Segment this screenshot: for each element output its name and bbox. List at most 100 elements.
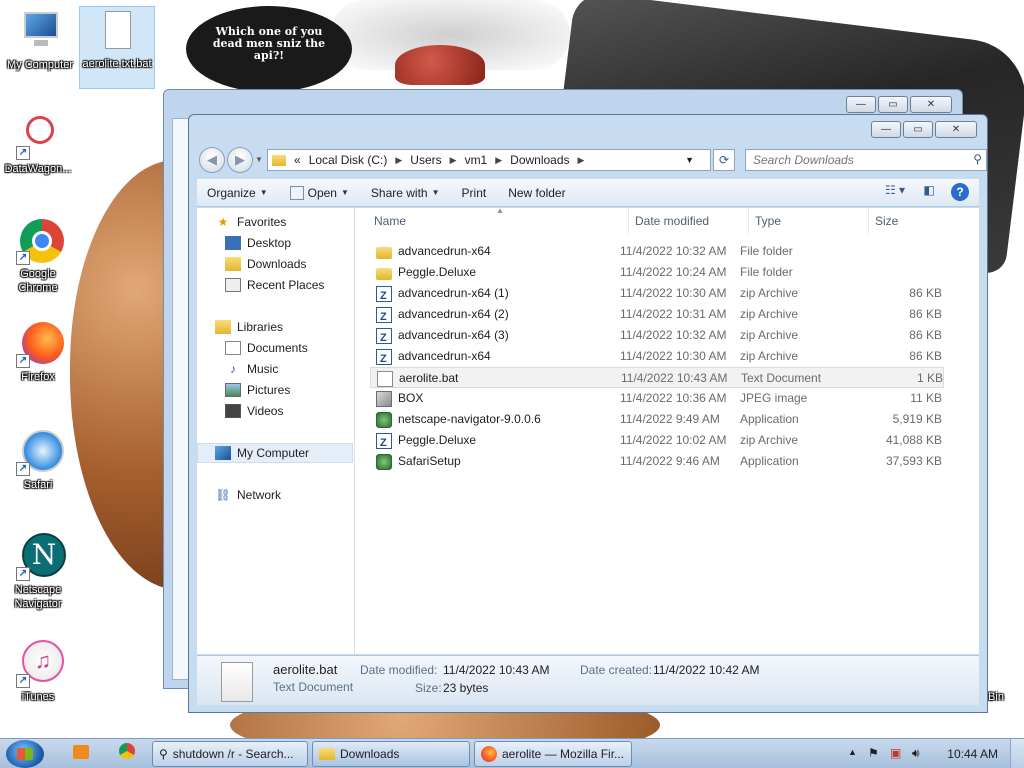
file-name: advancedrun-x64 (2)	[398, 307, 509, 321]
clock[interactable]: 10:44 AM	[947, 747, 998, 761]
taskbar-button-firefox[interactable]: aerolite — Mozilla Fir...	[474, 741, 632, 767]
chevron-right-icon[interactable]: ▶	[495, 155, 502, 166]
application-icon	[376, 411, 392, 428]
zip-icon	[376, 327, 392, 346]
file-date: 11/4/2022 10:24 AM	[620, 265, 727, 279]
close-button[interactable]: ✕	[935, 121, 977, 138]
show-desktop-button[interactable]	[1010, 739, 1024, 768]
downloads-folder-icon	[225, 257, 241, 271]
column-header-size[interactable]: Size	[869, 208, 945, 234]
recent-pages-dropdown-icon[interactable]: ▼	[255, 155, 263, 164]
share-with-button[interactable]: Share with ▼	[371, 186, 440, 200]
print-button[interactable]: Print	[462, 186, 487, 200]
column-header-type[interactable]: Type	[749, 208, 869, 234]
file-size: 11 KB	[910, 391, 942, 405]
taskbar-button-downloads[interactable]: Downloads	[312, 741, 470, 767]
action-center-icon[interactable]: ⚑	[868, 746, 879, 760]
zip-icon	[376, 285, 392, 304]
desktop-icon-my-computer[interactable]: My Computer	[2, 8, 78, 72]
open-button[interactable]: Open ▼	[289, 185, 349, 200]
file-row[interactable]: advancedrun-x64 11/4/2022 10:30 AM zip A…	[370, 346, 944, 367]
file-row-selected[interactable]: aerolite.bat 11/4/2022 10:43 AM Text Doc…	[370, 367, 944, 388]
file-row[interactable]: advancedrun-x64 (2) 11/4/2022 10:31 AM z…	[370, 304, 944, 325]
organize-button[interactable]: Organize ▼	[207, 186, 268, 200]
desktop-icon-label: Safari	[23, 479, 53, 491]
nav-my-computer[interactable]: My Computer	[197, 443, 353, 463]
new-folder-button[interactable]: New folder	[508, 186, 565, 200]
preview-pane-icon[interactable]: ◧	[917, 183, 941, 201]
file-size: 86 KB	[909, 307, 942, 321]
breadcrumb-item[interactable]: Local Disk (C:)	[309, 153, 388, 167]
minimize-button[interactable]: —	[846, 96, 876, 113]
network-status-icon[interactable]: ▣	[890, 746, 901, 760]
details-pane: aerolite.bat Text Document Date modified…	[197, 655, 979, 705]
address-bar[interactable]: « Local Disk (C:) ▶ Users ▶ vm1 ▶ Downlo…	[267, 149, 711, 171]
desktop-icon-aerolite[interactable]: aerolite.txt.bat	[79, 6, 155, 89]
file-name: advancedrun-x64	[398, 244, 491, 258]
volume-icon[interactable]: 🔊︎	[912, 746, 920, 761]
itunes-icon: ♫ ↗	[14, 640, 64, 688]
start-button[interactable]	[6, 740, 44, 768]
chrome-taskbar-icon[interactable]	[116, 743, 138, 765]
breadcrumb-item[interactable]: Users	[410, 153, 441, 167]
show-hidden-icons-icon[interactable]: ▲	[848, 747, 857, 757]
column-header-date-modified[interactable]: Date modified	[629, 208, 749, 234]
breadcrumb-prefix[interactable]: «	[294, 153, 301, 167]
file-name: BOX	[398, 391, 424, 405]
desktop-icon-safari[interactable]: ↗ Safari	[0, 428, 76, 492]
breadcrumb-item[interactable]: Downloads	[510, 153, 569, 167]
column-header-name[interactable]: Name	[368, 208, 629, 234]
media-player-icon[interactable]	[70, 743, 92, 765]
search-input[interactable]	[746, 150, 964, 170]
details-date-created: 11/4/2022 10:42 AM	[653, 663, 760, 677]
details-filetype: Text Document	[273, 680, 354, 694]
nav-favorites[interactable]: ★ Favorites	[215, 212, 371, 232]
taskbar: ⚲ shutdown /r - Search... Downloads aerol…	[0, 738, 1024, 768]
help-icon[interactable]: ?	[951, 183, 969, 201]
desktop-icon-netscape[interactable]: N ↗ Netscape Navigator	[0, 533, 76, 611]
file-date: 11/4/2022 9:46 AM	[620, 454, 720, 468]
taskbar-button-search[interactable]: ⚲ shutdown /r - Search...	[152, 741, 308, 767]
chevron-right-icon[interactable]: ▶	[578, 155, 585, 166]
forward-button[interactable]: ▶	[227, 147, 253, 173]
desktop-icon-firefox[interactable]: ↗ Firefox	[0, 320, 76, 384]
file-size: 86 KB	[909, 349, 942, 363]
file-row[interactable]: advancedrun-x64 11/4/2022 10:32 AM File …	[370, 241, 944, 262]
desktop-icon-label: My Computer	[6, 59, 74, 71]
chevron-down-icon[interactable]: ▼	[685, 155, 694, 165]
close-button[interactable]: ✕	[910, 96, 952, 113]
minimize-button[interactable]: —	[871, 121, 901, 138]
folder-icon	[272, 154, 286, 166]
file-row[interactable]: netscape-navigator-9.0.0.6 11/4/2022 9:4…	[370, 409, 944, 430]
desktop-icon-label: Google Chrome	[18, 268, 58, 294]
file-size: 86 KB	[909, 328, 942, 342]
file-row[interactable]: Peggle.Deluxe 11/4/2022 10:02 AM zip Arc…	[370, 430, 944, 451]
explorer-window-downloads[interactable]: — ▭ ✕ ◀ ▶ ▼ « Local Disk (C:) ▶ Users ▶ …	[188, 114, 988, 713]
file-row[interactable]: Peggle.Deluxe 11/4/2022 10:24 AM File fo…	[370, 262, 944, 283]
desktop-icon-itunes[interactable]: ♫ ↗ iTunes	[0, 640, 76, 704]
breadcrumb-item[interactable]: vm1	[465, 153, 488, 167]
desktop-icon-chrome[interactable]: ↗ Google Chrome	[0, 217, 76, 295]
search-icon[interactable]: ⚲	[973, 152, 982, 166]
folder-icon	[376, 246, 392, 259]
change-view-icon[interactable]: ☷ ▾	[883, 183, 907, 201]
file-row[interactable]: SafariSetup 11/4/2022 9:46 AM Applicatio…	[370, 451, 944, 472]
file-row[interactable]: advancedrun-x64 (3) 11/4/2022 10:32 AM z…	[370, 325, 944, 346]
desktop-icon-label: Bin	[988, 691, 1004, 703]
chevron-right-icon[interactable]: ▶	[395, 155, 402, 166]
details-date-modified: 11/4/2022 10:43 AM	[443, 663, 550, 677]
search-box[interactable]: ⚲	[745, 149, 987, 171]
file-date: 11/4/2022 10:30 AM	[620, 286, 727, 300]
details-date-modified-label: Date modified:	[360, 663, 438, 677]
nav-network[interactable]: ⛓ Network	[215, 485, 371, 505]
back-button[interactable]: ◀	[199, 147, 225, 173]
file-size: 5,919 KB	[892, 412, 942, 426]
maximize-button[interactable]: ▭	[903, 121, 933, 138]
chevron-right-icon[interactable]: ▶	[450, 155, 457, 166]
maximize-button[interactable]: ▭	[878, 96, 908, 113]
refresh-button[interactable]: ⟳	[713, 149, 735, 171]
file-row[interactable]: BOX 11/4/2022 10:36 AM JPEG image 11 KB	[370, 388, 944, 409]
file-row[interactable]: advancedrun-x64 (1) 11/4/2022 10:30 AM z…	[370, 283, 944, 304]
nav-libraries[interactable]: Libraries	[215, 317, 371, 337]
desktop-icon-datawagon[interactable]: ↗ DataWagon...	[0, 112, 76, 176]
